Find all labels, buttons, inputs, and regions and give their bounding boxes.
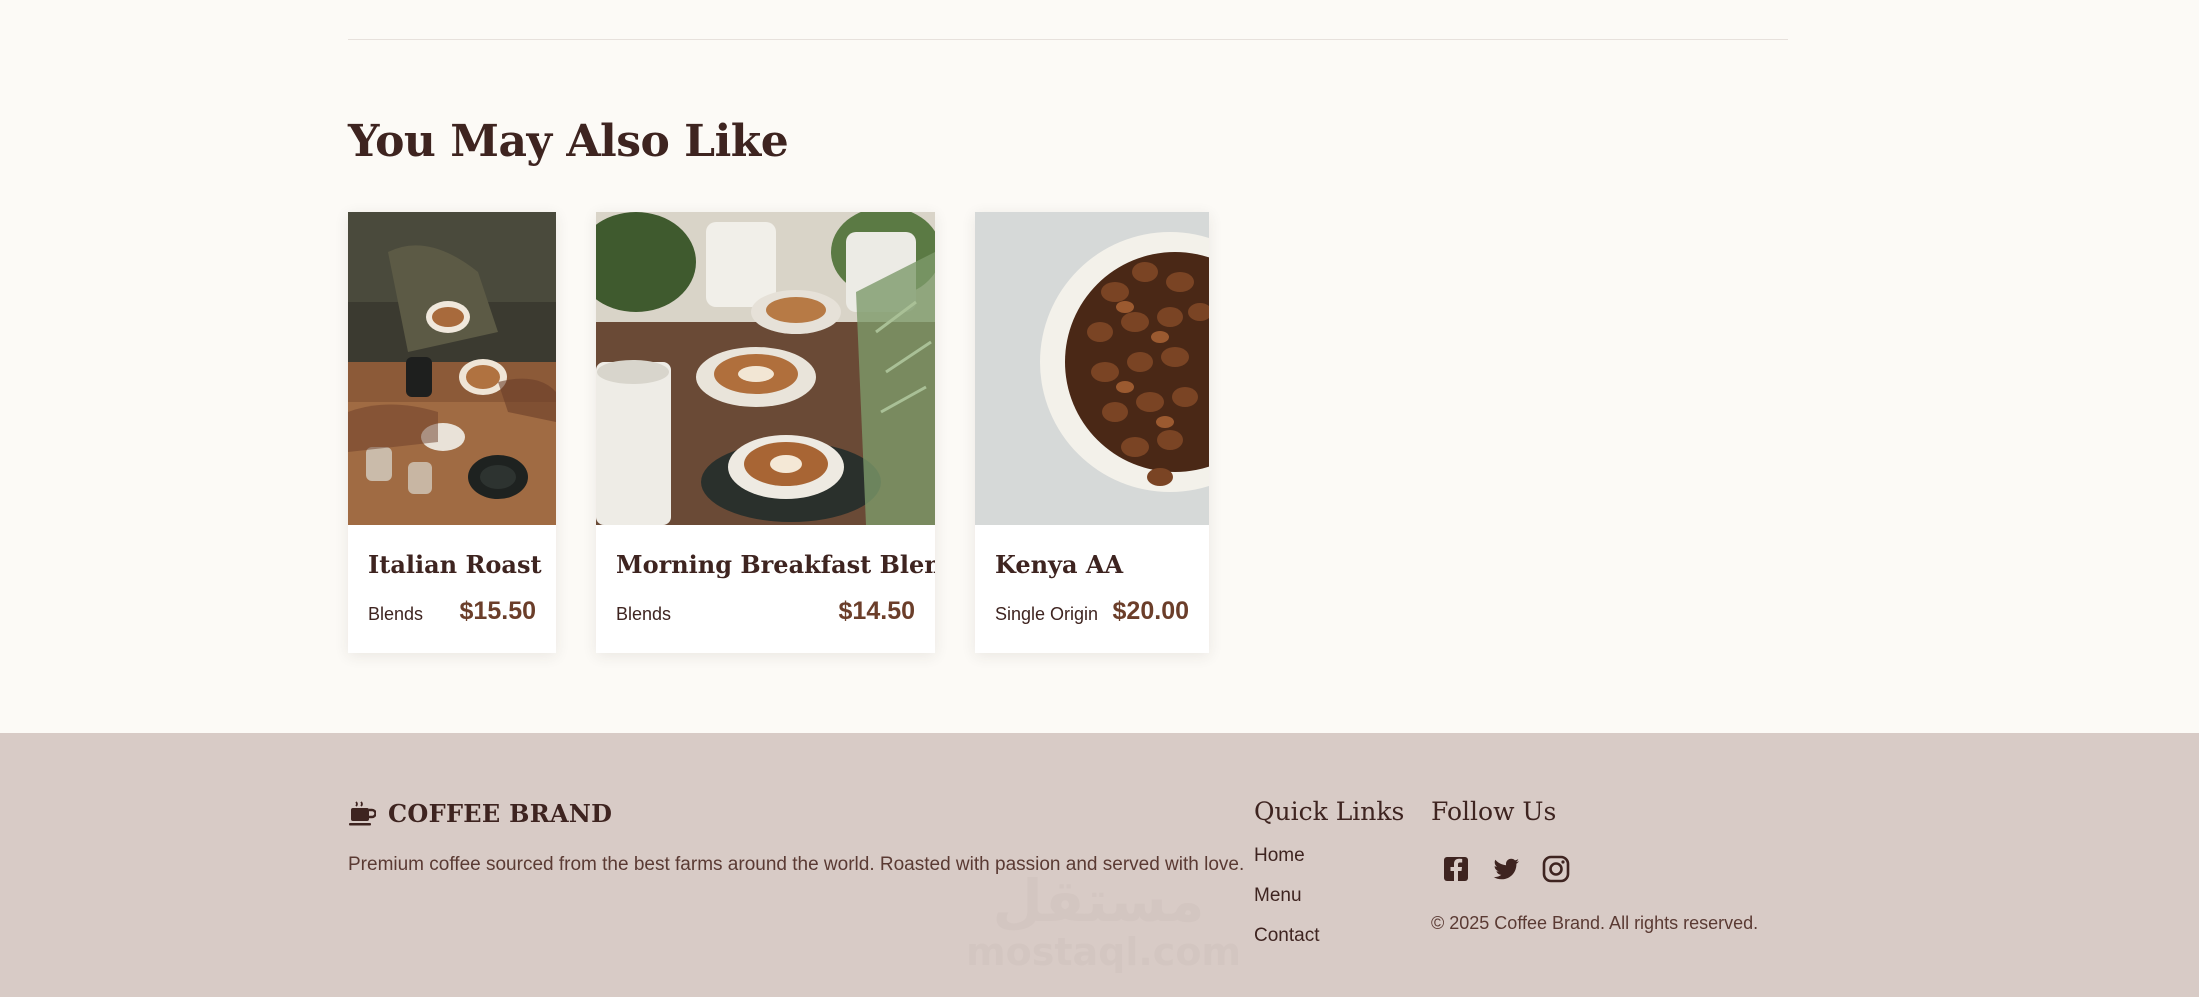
product-card-kenya-aa[interactable]: Kenya AA Single Origin $20.00 [975, 212, 1209, 653]
section-title: You May Also Like [348, 116, 789, 167]
product-card-italian-roast[interactable]: Italian Roast Blends $15.50 [348, 212, 556, 653]
product-price: $14.50 [838, 597, 915, 625]
footer-link-menu[interactable]: Menu [1254, 885, 1302, 907]
coffee-cup-icon [348, 800, 377, 828]
footer-link-contact[interactable]: Contact [1254, 925, 1319, 947]
product-card-morning-breakfast-blend[interactable]: Morning Breakfast Blend Blends $14.50 [596, 212, 935, 653]
follow-us-title: Follow Us [1431, 797, 1557, 826]
twitter-icon[interactable] [1490, 853, 1522, 885]
product-category: Blends [368, 604, 424, 624]
footer-brand[interactable]: COFFEE BRAND [348, 799, 612, 828]
facebook-icon[interactable] [1440, 853, 1472, 885]
quick-links-title: Quick Links [1254, 797, 1405, 826]
footer-tagline: Premium coffee sourced from the best far… [348, 854, 1245, 875]
product-name[interactable]: Kenya AA [995, 550, 1123, 579]
product-image-italian-roast[interactable] [348, 212, 556, 525]
product-name[interactable]: Italian Roast [368, 550, 542, 579]
product-price: $15.50 [459, 597, 536, 625]
brand-name: COFFEE BRAND [388, 799, 613, 828]
product-image-morning-breakfast-blend[interactable] [596, 212, 935, 525]
product-image-kenya-aa[interactable] [975, 212, 1209, 525]
product-category: Blends [616, 604, 672, 624]
product-price: $20.00 [1112, 597, 1189, 625]
instagram-icon[interactable] [1540, 853, 1572, 885]
site-footer: COFFEE BRAND Premium coffee sourced from… [0, 733, 2199, 997]
footer-link-home[interactable]: Home [1254, 845, 1305, 867]
product-name[interactable]: Morning Breakfast Blend [616, 550, 935, 579]
copyright-text: © 2025 Coffee Brand. All rights reserved… [1431, 913, 1759, 933]
top-divider [348, 39, 1788, 40]
product-category: Single Origin [995, 604, 1099, 624]
